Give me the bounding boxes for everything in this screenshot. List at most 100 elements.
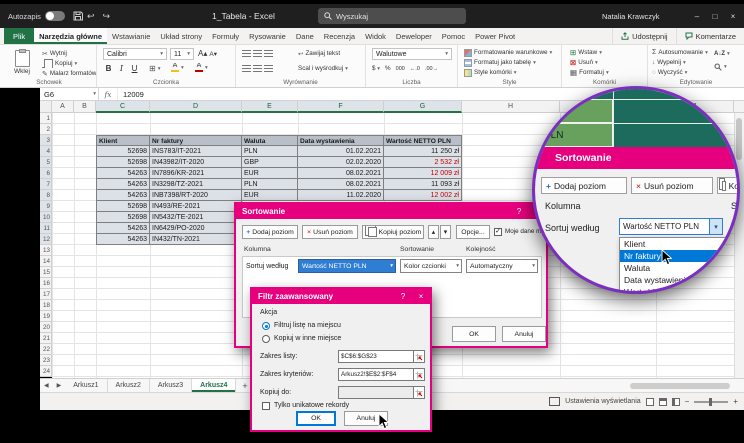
dropdown-item-2[interactable]: Waluta <box>620 262 728 274</box>
ribbon-tab-układ-strony[interactable]: Układ strony <box>155 28 207 44</box>
sort-filter-button[interactable]: A↓Z▾ <box>714 49 742 58</box>
search-box[interactable]: Wyszukaj <box>318 8 466 24</box>
ribbon-tab-dane[interactable]: Dane <box>291 28 319 44</box>
table-cell[interactable]: 11 093 zł <box>384 179 462 190</box>
table-cell[interactable]: INS783/IT-2021 <box>150 146 242 157</box>
bold-button[interactable]: B <box>103 64 114 73</box>
dropdown-item-3[interactable]: Data wystawienia <box>620 274 728 286</box>
fx-icon[interactable]: fx <box>99 88 118 100</box>
chevron-down-icon[interactable]: ▾ <box>709 219 722 234</box>
row-header-3[interactable]: 3 <box>40 135 52 146</box>
comments-button[interactable]: Komentarze <box>676 28 744 44</box>
range-picker-icon[interactable] <box>413 368 425 381</box>
zoom-slider-knob[interactable] <box>709 398 712 406</box>
move-down-button[interactable]: ▾ <box>440 225 451 239</box>
range-picker-icon[interactable] <box>413 386 425 399</box>
row-header-8[interactable]: 8 <box>40 190 52 201</box>
format-painter-button[interactable]: ✎Malarz formatów <box>42 69 96 78</box>
table-cell[interactable]: GBP <box>242 157 298 168</box>
table-header-cell[interactable]: Data wystawienia <box>298 135 384 146</box>
row-header-13[interactable]: 13 <box>40 245 52 256</box>
row-header-22[interactable]: 22 <box>40 344 52 355</box>
row-header-18[interactable]: 18 <box>40 300 52 311</box>
page-break-view-icon[interactable] <box>672 398 680 406</box>
table-cell[interactable]: 02.02.2020 <box>298 157 384 168</box>
order-combo[interactable]: Automatyczny▾ <box>466 259 538 273</box>
table-cell[interactable]: IN43982/IT-2020 <box>150 157 242 168</box>
tab-scroll-right-icon[interactable]: ▶ <box>53 379 66 392</box>
align-buttons[interactable] <box>242 64 282 73</box>
unique-records-checkbox[interactable] <box>262 402 270 410</box>
minimize-button[interactable]: – <box>688 4 706 28</box>
grow-shrink-font[interactable]: A▴A▾ <box>198 49 228 58</box>
row-header-23[interactable]: 23 <box>40 355 52 366</box>
sort-cancel-button[interactable]: Anuluj <box>502 326 546 342</box>
redo-icon[interactable]: ↪ <box>98 11 114 22</box>
table-cell[interactable]: PLN <box>242 146 298 157</box>
sort-by-combo[interactable]: Wartość NETTO PLN▾ <box>298 259 396 273</box>
table-cell[interactable]: 54263 <box>96 190 150 201</box>
table-cell[interactable]: 54263 <box>96 234 150 245</box>
normal-view-icon[interactable] <box>646 398 654 406</box>
align-top-buttons[interactable] <box>242 49 282 58</box>
comma-style-button[interactable]: 000 <box>396 66 405 72</box>
sheet-tab-arkusz1[interactable]: Arkusz1 <box>65 379 107 392</box>
page-layout-view-icon[interactable] <box>659 398 667 406</box>
row-header-16[interactable]: 16 <box>40 278 52 289</box>
zoomed-sort-by-combo[interactable]: Wartość NETTO PLN ▾ <box>619 218 723 235</box>
table-cell[interactable]: IN493/RE-2021 <box>150 201 242 212</box>
table-cell[interactable]: IN3298/TZ-2021 <box>150 179 242 190</box>
list-range-input[interactable]: $C$6:$G$23 <box>338 350 414 363</box>
row-header-5[interactable]: 5 <box>40 157 52 168</box>
italic-button[interactable]: I <box>116 64 127 73</box>
delete-level-button[interactable]: ×Usuń poziom <box>302 225 358 239</box>
range-picker-icon[interactable] <box>413 350 425 363</box>
number-format-combo[interactable]: Walutowe▾ <box>372 48 452 60</box>
options-button[interactable]: Opcje... <box>456 225 490 239</box>
help-icon[interactable]: ? <box>510 204 528 219</box>
row-header-19[interactable]: 19 <box>40 311 52 322</box>
wrap-text-button[interactable]: ↩Zawijaj tekst <box>298 49 360 58</box>
copy-elsewhere-radio[interactable] <box>262 335 270 343</box>
table-header-cell[interactable]: Wartość NETTO PLN <box>384 135 462 146</box>
table-cell[interactable]: EUR <box>242 190 298 201</box>
criteria-range-input[interactable]: Arkusz2!$E$2:$F$4 <box>338 368 414 381</box>
row-header-20[interactable]: 20 <box>40 322 52 333</box>
autosave-toggle[interactable] <box>45 11 65 21</box>
currency-button[interactable]: $ ▾ <box>372 65 380 72</box>
table-cell[interactable]: EUR <box>242 168 298 179</box>
dropdown-item-0[interactable]: Klient <box>620 238 728 250</box>
table-cell[interactable]: IN6429/PO-2020 <box>150 223 242 234</box>
column-header-A[interactable]: A <box>52 101 74 113</box>
table-cell[interactable]: 01.02.2021 <box>298 146 384 157</box>
zoom-slider[interactable] <box>694 401 728 403</box>
row-header-6[interactable]: 6 <box>40 168 52 179</box>
borders-button[interactable]: ⊞▾ <box>149 64 165 73</box>
filter-ok-button[interactable]: OK <box>296 411 336 426</box>
copy-level-button[interactable]: Kopiuj poziom <box>362 225 424 239</box>
save-icon[interactable] <box>73 11 83 21</box>
table-cell[interactable]: IN5432/TE-2021 <box>150 212 242 223</box>
sheet-tab-arkusz3[interactable]: Arkusz3 <box>150 379 192 392</box>
table-cell[interactable]: 08.02.2021 <box>298 179 384 190</box>
zoom-out-icon[interactable]: − <box>685 397 690 406</box>
close-icon[interactable]: × <box>412 289 430 304</box>
paste-button[interactable]: Wklej <box>6 48 38 76</box>
clear-button[interactable]: ◌Wyczyść▾ <box>652 68 710 77</box>
tab-scroll-left-icon[interactable]: ◀ <box>40 379 53 392</box>
ribbon-tab-formuły[interactable]: Formuły <box>207 28 244 44</box>
column-header-C[interactable]: C <box>96 101 150 113</box>
insert-cells-button[interactable]: ⊞Wstaw▾ <box>570 48 640 57</box>
merge-center-button[interactable]: Scal i wyśrodkuj▾ <box>298 64 362 73</box>
column-header-D[interactable]: D <box>150 101 242 113</box>
table-cell[interactable]: 54263 <box>96 168 150 179</box>
table-cell[interactable]: 52698 <box>96 212 150 223</box>
fill-color-button[interactable]: A▾ <box>171 63 184 72</box>
format-as-table-button[interactable]: Formatuj jako tabelę▾ <box>464 58 558 67</box>
table-cell[interactable]: 52698 <box>96 146 150 157</box>
row-header-24[interactable]: 24 <box>40 366 52 377</box>
row-header-14[interactable]: 14 <box>40 256 52 267</box>
ribbon-tab-power-pivot[interactable]: Power Pivot <box>470 28 520 44</box>
ribbon-tab-wstawianie[interactable]: Wstawianie <box>107 28 155 44</box>
autosum-button[interactable]: ΣAutosumowanie▾ <box>652 48 710 57</box>
